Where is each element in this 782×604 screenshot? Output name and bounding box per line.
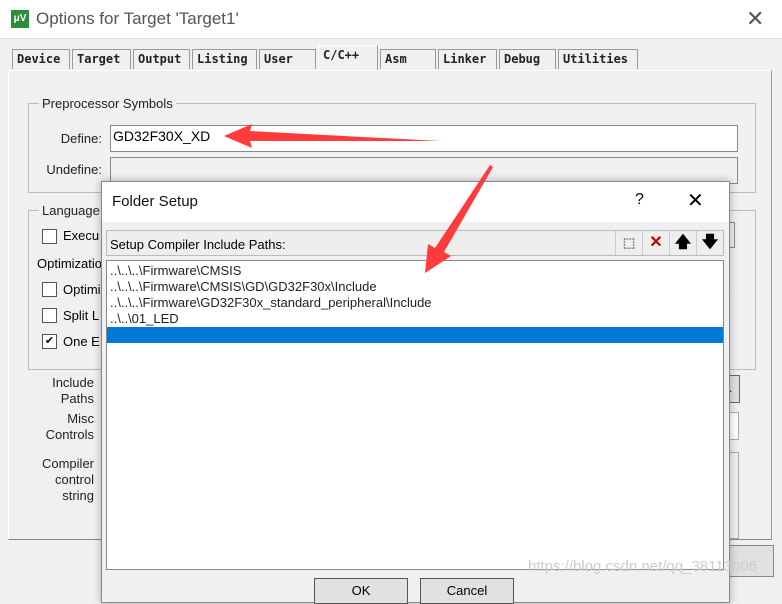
annotation-arrows [224,124,493,273]
arrow-to-include-list [425,165,493,273]
arrow-to-define [224,124,440,148]
